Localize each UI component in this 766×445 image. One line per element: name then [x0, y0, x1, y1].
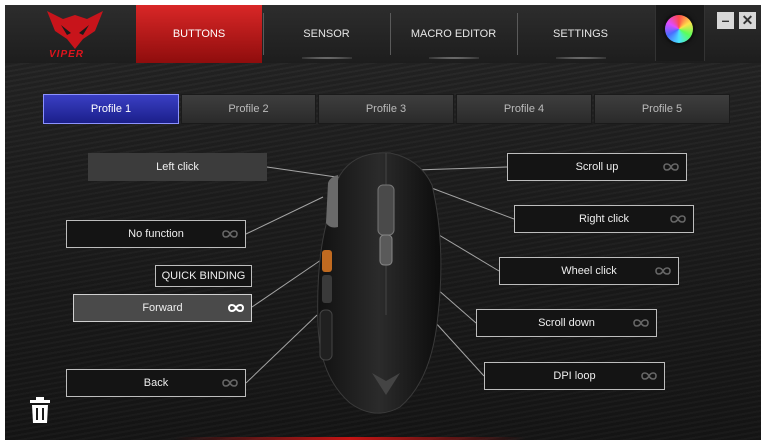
button-label: Wheel click: [561, 265, 617, 277]
mouse-illustration: [317, 152, 442, 414]
button-label: DPI loop: [553, 370, 596, 382]
button-label: Forward: [142, 302, 183, 314]
infinity-icon: [222, 230, 238, 238]
button-scroll-down[interactable]: Scroll down: [476, 309, 657, 337]
button-scroll-up[interactable]: Scroll up: [507, 153, 687, 181]
button-right-click[interactable]: Right click: [514, 205, 694, 233]
quick-binding-button[interactable]: QUICK BINDING: [155, 265, 252, 287]
button-label: Right click: [578, 213, 630, 225]
button-dpi-loop[interactable]: DPI loop: [484, 362, 665, 390]
button-left-click[interactable]: Left click: [88, 153, 267, 181]
button-back[interactable]: Back: [66, 369, 246, 397]
button-label: Scroll down: [538, 317, 595, 329]
button-label: Left click: [156, 161, 199, 173]
button-wheel-click[interactable]: Wheel click: [499, 257, 679, 285]
infinity-icon: [663, 163, 679, 171]
bottom-accent-bar: [175, 437, 525, 440]
button-label: Scroll up: [575, 161, 619, 173]
infinity-icon: [670, 215, 686, 223]
infinity-icon: [222, 379, 238, 387]
button-label: No function: [128, 228, 184, 240]
infinity-icon: [228, 304, 244, 312]
button-side-top[interactable]: No function: [66, 220, 246, 248]
app-window: VIPER BUTTONS SENSOR MACRO EDITOR SETTIN…: [5, 5, 761, 440]
infinity-icon: [641, 372, 657, 380]
infinity-icon: [633, 319, 649, 327]
infinity-icon: [655, 267, 671, 275]
trash-icon[interactable]: [29, 397, 51, 423]
button-label: Back: [143, 377, 169, 389]
button-forward[interactable]: Forward: [73, 294, 252, 322]
